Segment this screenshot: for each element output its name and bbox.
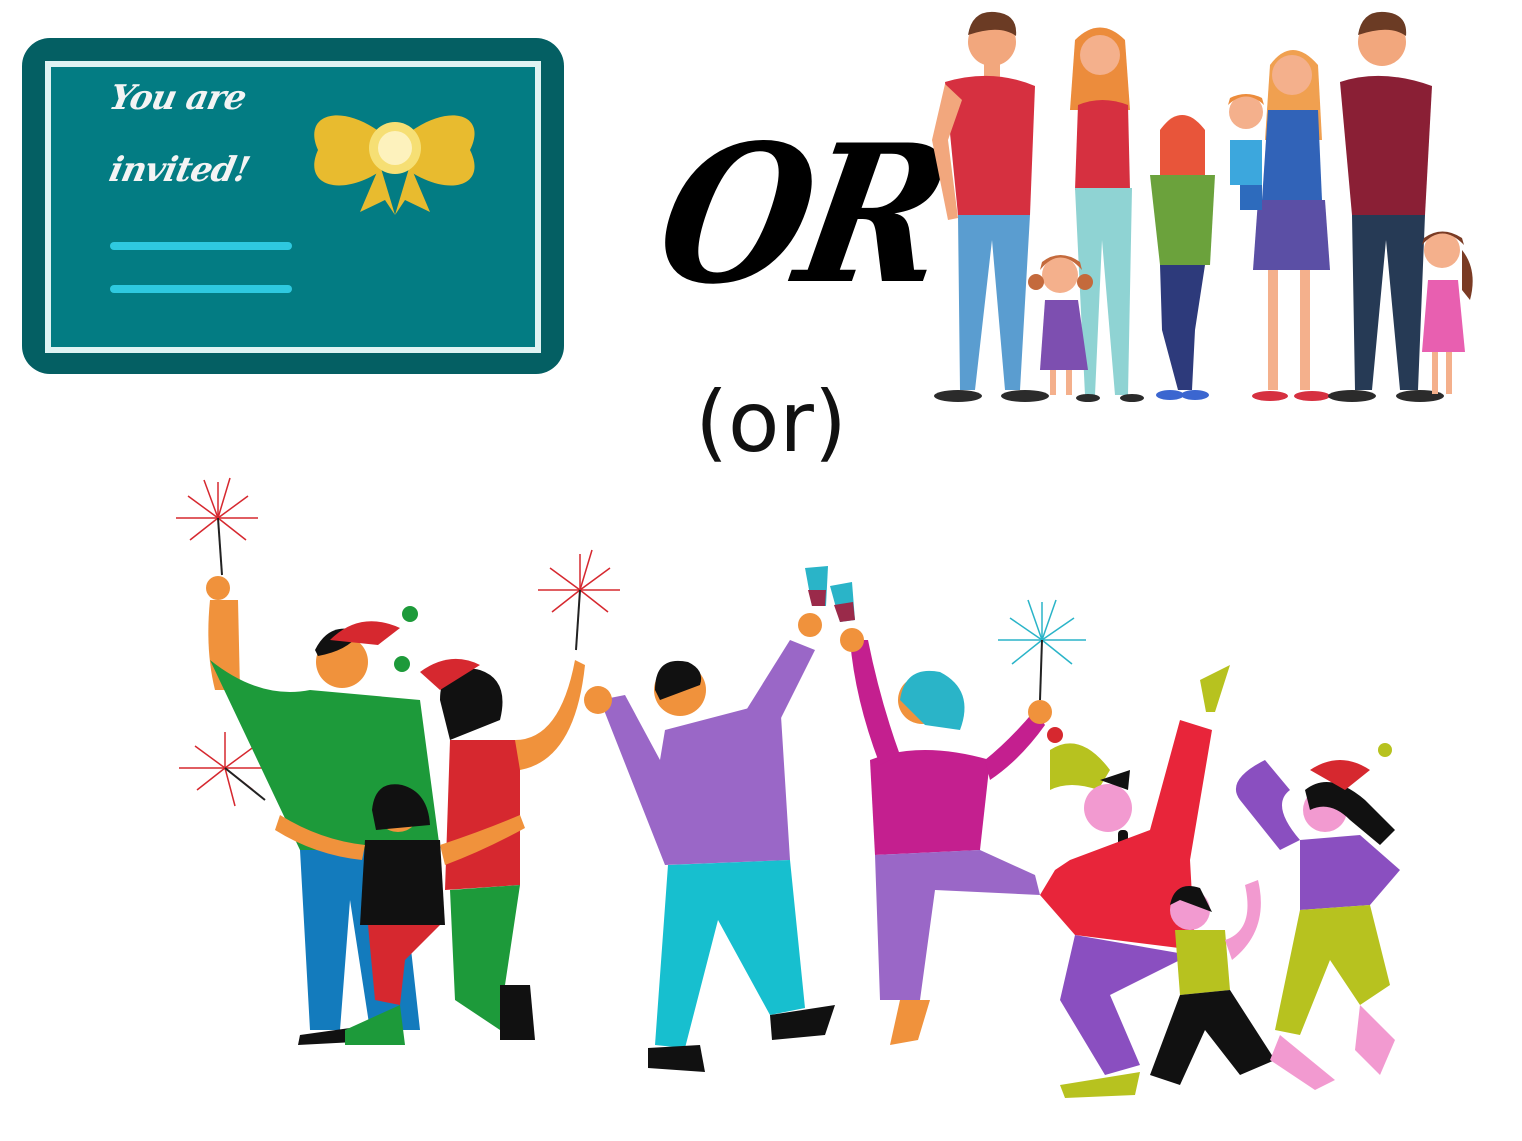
- party-crowd-illustration: [176, 477, 1400, 1098]
- party-woman-magenta: [840, 628, 1052, 1045]
- party-man-purple: [584, 613, 835, 1072]
